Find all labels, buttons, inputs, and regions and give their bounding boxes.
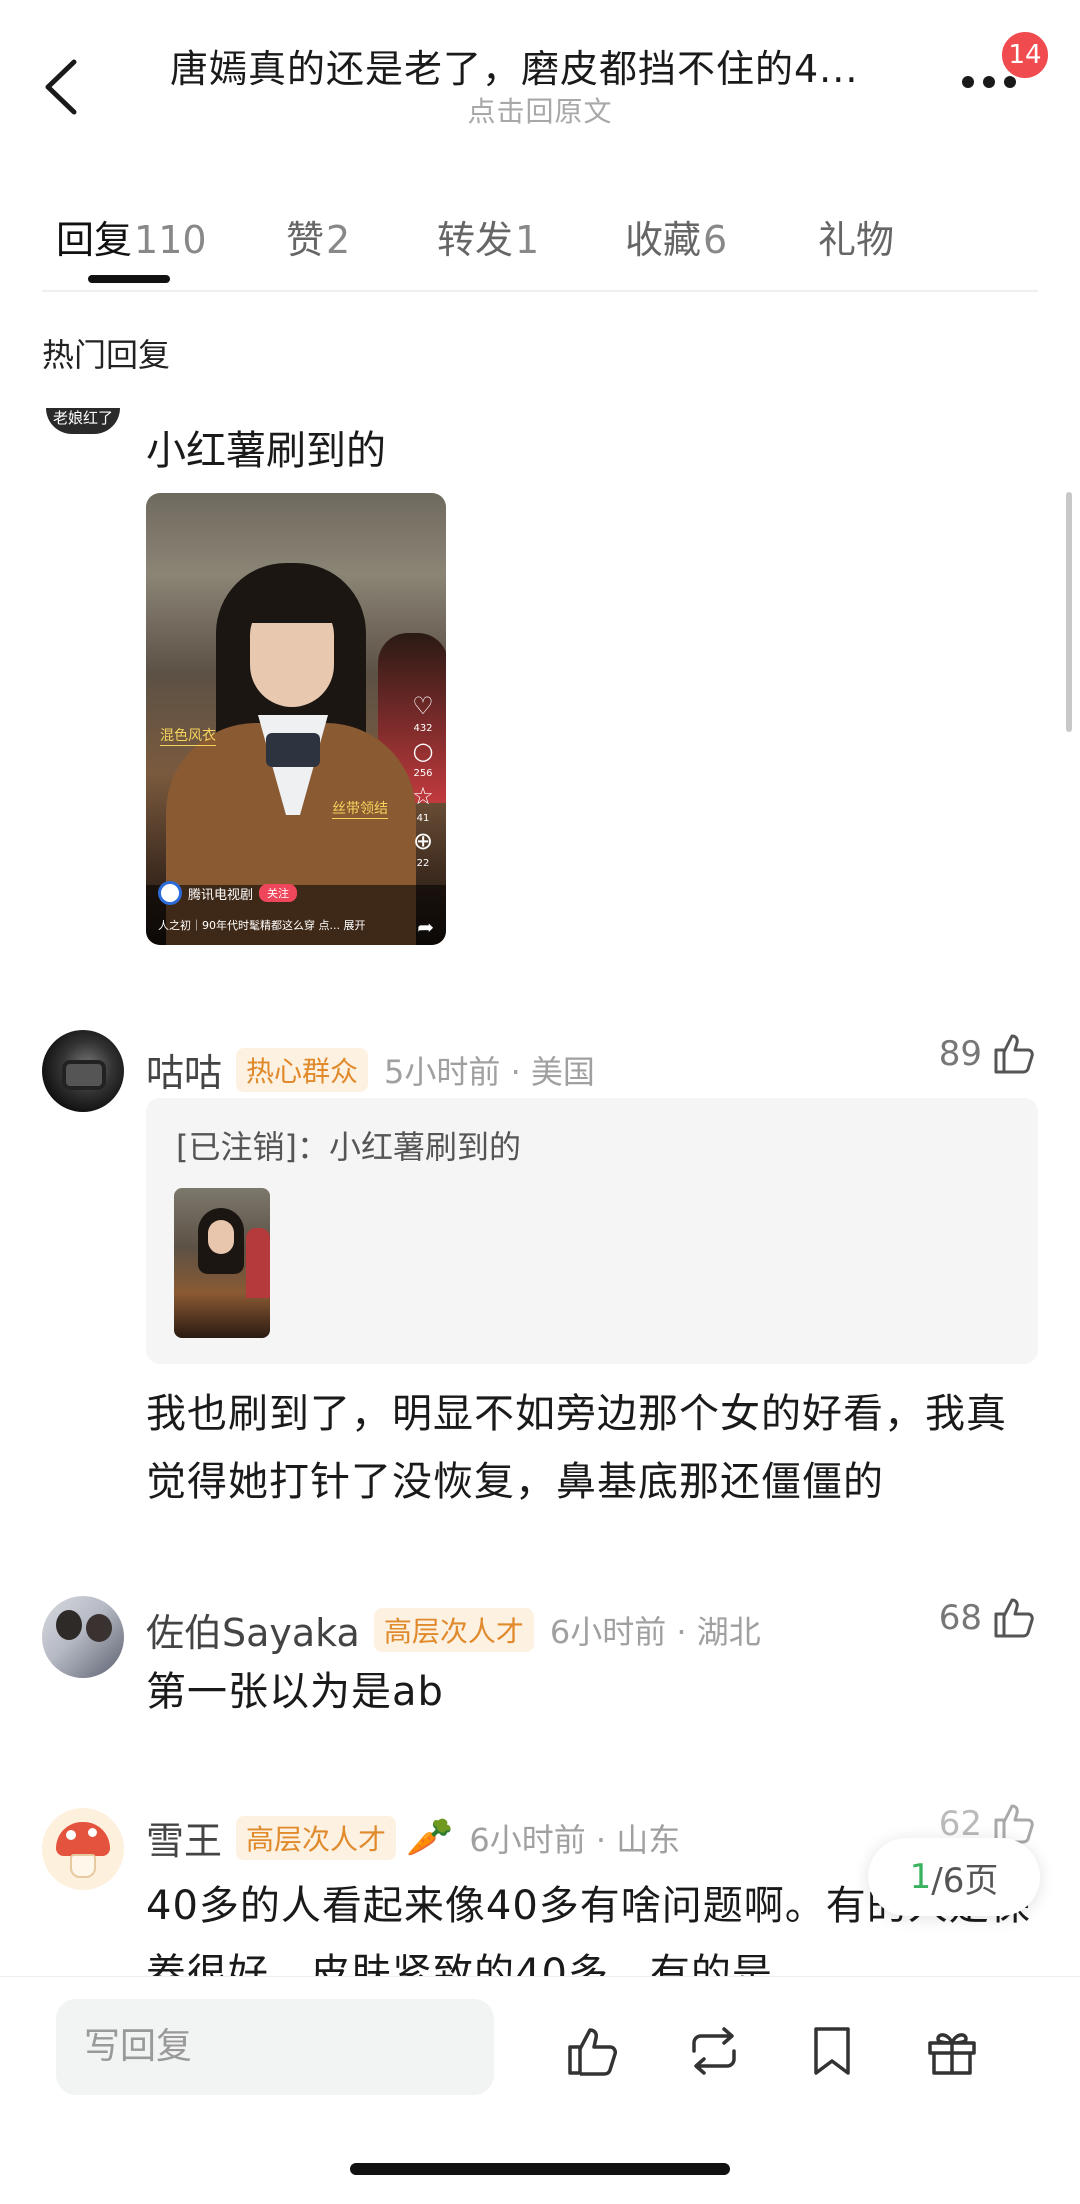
- avatar[interactable]: [42, 1596, 124, 1678]
- like-count: 89: [938, 1034, 982, 1074]
- star-icon: ☆: [412, 782, 434, 810]
- like-button[interactable]: 89: [939, 1030, 1038, 1078]
- tab-likes[interactable]: 赞2: [286, 209, 350, 264]
- notification-badge: 14: [1000, 30, 1050, 80]
- comment-meta: 雪王 高层次人才 🥕 6小时前 · 山东: [146, 1810, 680, 1865]
- image-figure: [208, 1220, 234, 1254]
- tab-reposts[interactable]: 转发1: [437, 209, 539, 264]
- quoted-text: [已注销]：小红薯刷到的: [176, 1128, 521, 1166]
- mushroom-icon: [70, 1854, 96, 1878]
- mushroom-icon: [56, 1822, 110, 1856]
- thumbs-up-icon[interactable]: [562, 2021, 622, 2081]
- username[interactable]: 咕咕: [146, 1042, 222, 1097]
- tab-label: 回复: [56, 218, 133, 262]
- user-tag-badge: 高层次人才: [236, 1815, 397, 1860]
- carrot-icon: 🥕: [406, 1815, 454, 1859]
- image-caption: 人之初｜90年代时髦精都这么穿 点... 展开: [158, 919, 366, 932]
- image-count: 41: [416, 813, 430, 824]
- follow-badge: 关注: [259, 884, 298, 902]
- like-count: 68: [938, 1598, 982, 1638]
- comment-time: 5小时前 · 美国: [384, 1052, 595, 1091]
- reply-input[interactable]: 写回复: [56, 1999, 494, 2095]
- view-original-link[interactable]: 点击回原文: [0, 90, 1080, 130]
- avatar[interactable]: 老娘红了: [46, 408, 120, 434]
- tab-count: 1: [515, 218, 540, 262]
- heart-icon: ♡: [412, 692, 434, 720]
- image-figure: [244, 579, 340, 623]
- user-tag-badge: 高层次人才: [373, 1607, 534, 1652]
- avatar-text: 老娘红了: [52, 409, 113, 427]
- tab-bar: 回复110 赞2 转发1 收藏6 礼物: [0, 195, 1080, 287]
- tab-replies[interactable]: 回复110: [56, 209, 207, 264]
- comment-text: 小红薯刷到的: [146, 428, 386, 474]
- user-tag-badge: 热心群众: [236, 1047, 369, 1092]
- channel-name: 腾讯电视剧: [188, 887, 254, 903]
- quoted-image-thumbnail[interactable]: [174, 1188, 270, 1338]
- section-title: 热门回复: [42, 336, 171, 374]
- tab-label: 转发: [437, 218, 514, 262]
- active-tab-indicator: [88, 275, 170, 283]
- repost-icon[interactable]: [684, 2021, 744, 2081]
- like-button[interactable]: 68: [939, 1594, 1038, 1642]
- comment-time: 6小时前 · 湖北: [549, 1612, 761, 1651]
- image-figure: [266, 733, 320, 767]
- comment-body: 第一张以为是ab: [146, 1669, 444, 1715]
- channel-logo-icon: [158, 881, 182, 905]
- comment-time: 6小时前 · 山东: [469, 1820, 681, 1859]
- tab-label: 赞: [286, 218, 325, 262]
- tab-label: 收藏: [625, 218, 702, 262]
- image-count: 432: [413, 723, 433, 734]
- comment-meta: 佐伯Sayaka 高层次人才 6小时前 · 湖北: [146, 1602, 761, 1657]
- image-count: 256: [413, 768, 433, 779]
- home-indicator[interactable]: [350, 2163, 730, 2175]
- current-page: 1: [909, 1857, 932, 1897]
- thumbs-up-icon: [994, 1034, 1034, 1074]
- tab-count: 110: [134, 218, 207, 262]
- divider: [42, 290, 1038, 292]
- post-title[interactable]: 唐嫣真的还是老了，磨皮都挡不住的4...: [170, 38, 910, 93]
- comment-meta: 咕咕 热心群众 5小时前 · 美国: [146, 1042, 595, 1097]
- avatar[interactable]: [42, 1808, 124, 1890]
- image-count: 22: [416, 858, 430, 869]
- username[interactable]: 佐伯Sayaka: [146, 1602, 360, 1657]
- avatar[interactable]: [42, 1030, 124, 1112]
- gift-icon[interactable]: [922, 2021, 982, 2081]
- pagination-indicator[interactable]: 1/6页: [868, 1838, 1040, 1916]
- tab-count: 2: [326, 218, 351, 262]
- username[interactable]: 雪王: [146, 1810, 222, 1865]
- tab-label: 礼物: [818, 218, 895, 262]
- total-pages: /6页: [931, 1860, 999, 1901]
- comment-icon: ○: [412, 737, 434, 765]
- tab-count: 6: [703, 218, 728, 262]
- comment-body: 我也刷到了，明显不如旁边那个女的好看，我真觉得她打针了没恢复，鼻基底那还僵僵的: [146, 1391, 1007, 1505]
- image-channel: 腾讯电视剧 关注: [158, 881, 298, 905]
- tab-gifts[interactable]: 礼物: [818, 209, 894, 264]
- image-label: 混色风衣: [160, 725, 216, 746]
- image-label: 丝带领结: [332, 798, 388, 819]
- comment-image[interactable]: 混色风衣 丝带领结 ♡ 432 ○ 256 ☆ 41 ⊕ 22 腾讯电视剧 关注…: [146, 493, 446, 945]
- scrollbar[interactable]: [1066, 492, 1072, 732]
- forward-arrow-icon: ➦: [417, 915, 434, 939]
- share-icon: ⊕: [412, 827, 434, 855]
- image-figure: [246, 1228, 270, 1298]
- thumbs-up-icon: [994, 1598, 1034, 1638]
- image-action-rail: ♡ 432 ○ 256 ☆ 41 ⊕ 22: [408, 693, 438, 869]
- bookmark-icon[interactable]: [802, 2021, 862, 2081]
- tab-favorites[interactable]: 收藏6: [625, 209, 727, 264]
- quoted-comment[interactable]: [已注销]：小红薯刷到的: [146, 1098, 1038, 1364]
